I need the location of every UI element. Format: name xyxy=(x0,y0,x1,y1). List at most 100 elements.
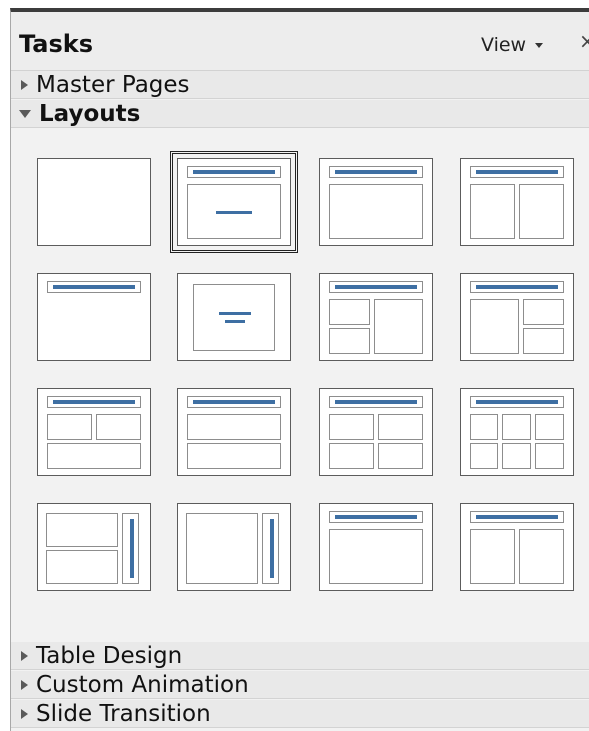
content-placeholder xyxy=(470,299,519,354)
layout-thumbnail-title-2-content-and-content[interactable] xyxy=(319,273,433,361)
content-placeholder xyxy=(535,414,564,440)
title-bar-mark xyxy=(193,400,275,404)
panel-title-bar: Tasks View × xyxy=(11,12,589,71)
section-layouts[interactable]: Layouts xyxy=(11,100,589,128)
content-placeholder xyxy=(47,414,92,440)
close-icon[interactable]: × xyxy=(579,31,589,51)
content-placeholder xyxy=(329,414,374,440)
title-placeholder xyxy=(187,396,281,408)
layout-thumbnail-title-vertical-text[interactable] xyxy=(319,503,433,591)
title-bar-mark xyxy=(193,170,275,174)
section-label: Custom Animation xyxy=(36,671,249,698)
content-placeholder xyxy=(519,529,564,584)
layout-thumbnail-centered-text[interactable] xyxy=(177,273,291,361)
content-placeholder xyxy=(502,414,531,440)
title-placeholder xyxy=(470,511,564,523)
layout-thumbnail-title-content-and-2-content[interactable] xyxy=(460,273,574,361)
centered-text-bar-mark xyxy=(219,312,251,315)
content-placeholder xyxy=(96,414,141,440)
layout-thumbnail-title-only[interactable] xyxy=(37,273,151,361)
panel-title: Tasks xyxy=(19,30,94,58)
section-label: Master Pages xyxy=(36,71,190,98)
expand-arrow-icon xyxy=(21,650,28,661)
expand-arrow-icon xyxy=(21,679,28,690)
content-placeholder xyxy=(262,513,279,584)
title-placeholder xyxy=(329,511,423,523)
chevron-down-icon xyxy=(535,42,544,48)
title-bar-mark xyxy=(476,515,558,519)
vertical-title-bar-mark xyxy=(270,519,274,578)
title-placeholder xyxy=(329,166,423,178)
tasks-panel: Tasks View × Master Pages Layouts Table … xyxy=(10,8,589,731)
expand-arrow-icon xyxy=(21,79,28,90)
layouts-grid xyxy=(11,138,589,642)
content-placeholder xyxy=(329,529,423,584)
layout-thumbnail-title-2-content-over-content[interactable] xyxy=(37,388,151,476)
layout-thumbnail-title-4-content[interactable] xyxy=(319,388,433,476)
title-bar-mark xyxy=(476,400,558,404)
title-bar-mark xyxy=(53,400,135,404)
content-placeholder xyxy=(186,513,258,584)
content-placeholder xyxy=(523,328,564,354)
content-placeholder xyxy=(502,443,531,469)
view-menu-button[interactable]: View xyxy=(481,34,544,56)
title-placeholder xyxy=(470,396,564,408)
content-placeholder xyxy=(193,284,275,351)
section-table-design[interactable]: Table Design xyxy=(11,642,589,670)
expand-arrow-icon xyxy=(21,708,28,719)
layout-thumbnail-vertical-title-vertical-text-2-content[interactable] xyxy=(37,503,151,591)
content-placeholder xyxy=(470,184,515,239)
title-bar-mark xyxy=(335,515,417,519)
title-placeholder xyxy=(47,396,141,408)
content-placeholder xyxy=(470,443,498,469)
layout-thumbnail-title-slide[interactable] xyxy=(170,151,298,253)
content-placeholder xyxy=(329,328,370,354)
title-placeholder xyxy=(470,166,564,178)
title-placeholder xyxy=(47,281,141,293)
content-placeholder xyxy=(470,414,498,440)
layout-thumbnail-title-vertical-text-2-content[interactable] xyxy=(460,503,574,591)
title-bar-mark xyxy=(335,170,417,174)
content-placeholder xyxy=(46,513,118,547)
content-placeholder xyxy=(329,184,423,239)
content-placeholder xyxy=(470,529,515,584)
content-placeholder xyxy=(46,550,118,584)
layout-thumbnail-title-content-over-content[interactable] xyxy=(177,388,291,476)
layout-thumbnail-title-content[interactable] xyxy=(319,158,433,246)
title-bar-mark xyxy=(53,285,135,289)
section-label: Layouts xyxy=(39,100,141,127)
title-bar-mark xyxy=(476,170,558,174)
content-placeholder xyxy=(519,184,564,239)
section-custom-animation[interactable]: Custom Animation xyxy=(11,671,589,699)
content-placeholder xyxy=(122,513,139,584)
subtitle-bar-mark xyxy=(216,211,252,214)
content-placeholder xyxy=(523,299,564,325)
section-master-pages[interactable]: Master Pages xyxy=(11,71,589,99)
title-placeholder xyxy=(187,166,281,178)
title-bar-mark xyxy=(335,285,417,289)
content-placeholder xyxy=(47,443,141,469)
content-placeholder xyxy=(329,299,370,325)
content-placeholder xyxy=(187,443,281,469)
content-placeholder xyxy=(187,184,281,239)
section-label: Slide Transition xyxy=(36,700,211,727)
centered-text-bar-mark xyxy=(225,320,245,323)
content-placeholder xyxy=(187,414,281,440)
layout-thumbnail-blank[interactable] xyxy=(37,158,151,246)
content-placeholder xyxy=(378,443,423,469)
title-placeholder xyxy=(470,281,564,293)
content-placeholder xyxy=(378,414,423,440)
collapse-arrow-icon xyxy=(19,109,31,118)
title-bar-mark xyxy=(476,285,558,289)
content-placeholder xyxy=(535,443,564,469)
section-label: Table Design xyxy=(36,642,183,669)
view-menu-label: View xyxy=(481,34,527,56)
vertical-title-bar-mark xyxy=(130,519,134,578)
content-placeholder xyxy=(374,299,423,354)
title-placeholder xyxy=(329,281,423,293)
content-placeholder xyxy=(329,443,374,469)
layout-thumbnail-title-2-content[interactable] xyxy=(460,158,574,246)
layout-thumbnail-title-6-content[interactable] xyxy=(460,388,574,476)
section-slide-transition[interactable]: Slide Transition xyxy=(11,700,589,728)
layout-thumbnail-vertical-title-vertical-text[interactable] xyxy=(177,503,291,591)
